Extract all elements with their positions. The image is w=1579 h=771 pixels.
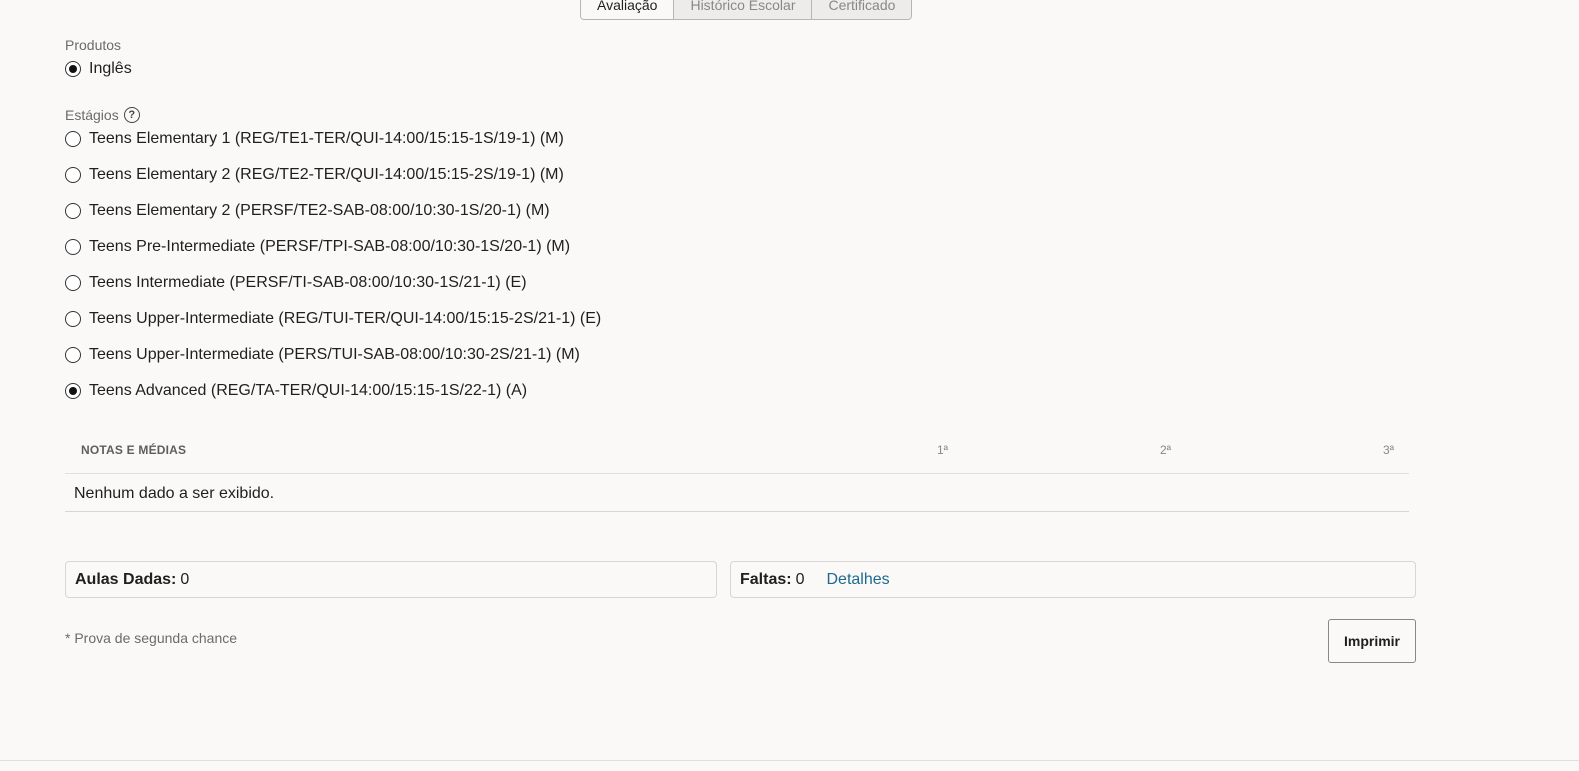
estagio-option-label: Teens Elementary 1 (REG/TE1-TER/QUI-14:0… [89, 130, 564, 147]
print-button[interactable]: Imprimir [1328, 619, 1416, 663]
estagio-option-label: Teens Elementary 2 (PERSF/TE2-SAB-08:00/… [89, 202, 550, 219]
radio-button[interactable] [65, 61, 81, 77]
tab-historico-escolar[interactable]: Histórico Escolar [673, 0, 811, 19]
grades-column-3: 3ª [1383, 443, 1395, 457]
aulas-dadas-label: Aulas Dadas: [75, 570, 177, 588]
faltas-value: 0 [795, 570, 805, 588]
estagio-option-label: Teens Elementary 2 (REG/TE2-TER/QUI-14:0… [89, 166, 564, 183]
detalhes-link[interactable]: Detalhes [826, 571, 889, 589]
estagio-option[interactable]: Teens Elementary 2 (REG/TE2-TER/QUI-14:0… [65, 166, 564, 184]
aulas-dadas-value: 0 [180, 570, 190, 588]
produtos-label: Produtos [65, 37, 121, 53]
estagio-option[interactable]: Teens Upper-Intermediate (REG/TUI-TER/QU… [65, 310, 601, 328]
estagio-option-label: Teens Intermediate (PERSF/TI-SAB-08:00/1… [89, 274, 527, 291]
tab-avaliacao[interactable]: Avaliação [581, 0, 674, 19]
radio-button[interactable] [65, 167, 81, 183]
radio-button[interactable] [65, 383, 81, 399]
help-icon[interactable]: ? [123, 107, 140, 123]
radio-button[interactable] [65, 275, 81, 291]
faltas-label: Faltas: [740, 570, 792, 588]
grades-column-1: 1ª [937, 443, 949, 457]
tab-bar: Avaliação Histórico Escolar Certificado [580, 0, 913, 20]
grades-column-2: 2ª [1160, 443, 1172, 457]
produto-option-label: Inglês [89, 60, 132, 77]
divider [0, 760, 1579, 761]
estagio-option[interactable]: Teens Advanced (REG/TA-TER/QUI-14:00/15:… [65, 382, 527, 400]
produtos-label-text: Produtos [65, 37, 122, 53]
estagios-label-text: Estágios [65, 107, 119, 123]
tab-certificado[interactable]: Certificado [811, 0, 911, 19]
estagio-option[interactable]: Teens Elementary 1 (REG/TE1-TER/QUI-14:0… [65, 130, 564, 148]
estagio-option[interactable]: Teens Elementary 2 (PERSF/TE2-SAB-08:00/… [65, 202, 550, 220]
grades-column-title: NOTAS E MÉDIAS [81, 443, 187, 457]
aulas-dadas-box: Aulas Dadas: 0 [65, 561, 717, 598]
radio-button[interactable] [65, 311, 81, 327]
grades-empty-message: Nenhum dado a ser exibido. [65, 474, 1409, 512]
estagio-option[interactable]: Teens Intermediate (PERSF/TI-SAB-08:00/1… [65, 274, 527, 292]
estagios-label: Estágios ? [65, 107, 140, 123]
estagio-option-label: Teens Upper-Intermediate (PERS/TUI-SAB-0… [89, 346, 580, 363]
estagio-option-label: Teens Upper-Intermediate (REG/TUI-TER/QU… [89, 310, 602, 327]
radio-button[interactable] [65, 239, 81, 255]
estagio-option[interactable]: Teens Upper-Intermediate (PERS/TUI-SAB-0… [65, 346, 580, 364]
produto-option-ingles[interactable]: Inglês [65, 60, 132, 78]
faltas-box: Faltas: 0 Detalhes [730, 561, 1416, 598]
estagio-option[interactable]: Teens Pre-Intermediate (PERSF/TPI-SAB-08… [65, 238, 570, 256]
footnote: * Prova de segunda chance [65, 630, 238, 646]
radio-button[interactable] [65, 203, 81, 219]
radio-button[interactable] [65, 347, 81, 363]
grades-table-header: NOTAS E MÉDIAS 1ª 2ª 3ª [65, 436, 1409, 474]
estagio-option-label: Teens Pre-Intermediate (PERSF/TPI-SAB-08… [89, 238, 571, 255]
page: Avaliação Histórico Escolar Certificado … [0, 0, 1579, 771]
radio-button[interactable] [65, 131, 81, 147]
estagio-option-label: Teens Advanced (REG/TA-TER/QUI-14:00/15:… [89, 382, 528, 399]
